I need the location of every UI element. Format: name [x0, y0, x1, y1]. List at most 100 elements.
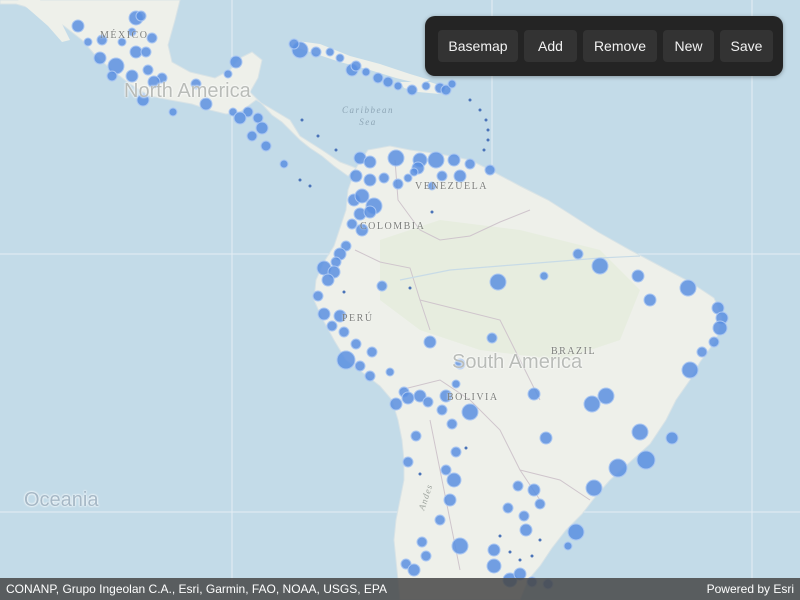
map-marker[interactable]	[354, 360, 366, 372]
map-marker[interactable]	[403, 173, 413, 183]
map-marker-small[interactable]	[518, 558, 522, 562]
map-marker[interactable]	[363, 205, 377, 219]
map-marker-small[interactable]	[508, 550, 512, 554]
map-marker[interactable]	[447, 79, 457, 89]
map-marker-small[interactable]	[468, 98, 472, 102]
map-marker[interactable]	[572, 248, 584, 260]
map-marker[interactable]	[453, 169, 467, 183]
map-marker[interactable]	[451, 379, 461, 389]
map-marker[interactable]	[423, 335, 437, 349]
map-marker[interactable]	[321, 273, 335, 287]
map-marker[interactable]	[252, 112, 264, 124]
map-marker[interactable]	[336, 350, 356, 370]
map-marker[interactable]	[401, 391, 415, 405]
map-marker[interactable]	[255, 121, 269, 135]
map-marker[interactable]	[389, 397, 403, 411]
map-marker[interactable]	[421, 81, 431, 91]
map-marker[interactable]	[439, 389, 453, 403]
map-marker-small[interactable]	[300, 118, 304, 122]
map-marker[interactable]	[665, 431, 679, 445]
map-view[interactable]: North America South America Oceania MÉXI…	[0, 0, 800, 600]
map-marker[interactable]	[443, 493, 457, 507]
map-marker[interactable]	[643, 293, 657, 307]
map-marker[interactable]	[446, 418, 458, 430]
map-marker[interactable]	[534, 498, 546, 510]
map-marker[interactable]	[512, 480, 524, 492]
map-marker[interactable]	[436, 404, 448, 416]
map-marker[interactable]	[681, 361, 699, 379]
map-marker[interactable]	[608, 458, 628, 478]
powered-by-esri[interactable]: Powered by Esri	[707, 582, 794, 596]
basemap-button[interactable]: Basemap	[438, 30, 518, 62]
map-marker[interactable]	[146, 32, 158, 44]
map-marker[interactable]	[288, 38, 300, 50]
map-marker[interactable]	[127, 27, 137, 37]
map-marker[interactable]	[387, 149, 405, 167]
map-marker[interactable]	[376, 280, 388, 292]
map-marker[interactable]	[454, 358, 466, 370]
map-marker-small[interactable]	[484, 118, 488, 122]
map-marker[interactable]	[325, 47, 335, 57]
map-marker[interactable]	[393, 81, 403, 91]
map-marker[interactable]	[279, 159, 289, 169]
map-marker[interactable]	[355, 223, 369, 237]
map-marker[interactable]	[486, 558, 502, 574]
map-marker[interactable]	[440, 464, 452, 476]
map-marker[interactable]	[338, 326, 350, 338]
map-marker[interactable]	[427, 151, 445, 169]
remove-button[interactable]: Remove	[583, 30, 657, 62]
map-marker[interactable]	[567, 523, 585, 541]
map-marker[interactable]	[446, 472, 462, 488]
map-marker[interactable]	[539, 431, 553, 445]
map-marker-small[interactable]	[464, 446, 468, 450]
map-marker[interactable]	[246, 130, 258, 142]
map-marker[interactable]	[96, 34, 108, 46]
map-marker[interactable]	[350, 338, 362, 350]
map-marker[interactable]	[410, 430, 422, 442]
map-marker[interactable]	[416, 536, 428, 548]
map-marker[interactable]	[117, 37, 127, 47]
map-marker[interactable]	[406, 84, 418, 96]
map-marker[interactable]	[486, 332, 498, 344]
map-marker[interactable]	[420, 550, 432, 562]
map-marker-small[interactable]	[530, 554, 534, 558]
map-marker[interactable]	[335, 53, 345, 63]
map-marker[interactable]	[346, 218, 358, 230]
map-marker-small[interactable]	[486, 128, 490, 132]
map-marker-small[interactable]	[482, 148, 486, 152]
map-marker[interactable]	[312, 290, 324, 302]
map-marker[interactable]	[591, 257, 609, 275]
map-marker[interactable]	[372, 72, 384, 84]
attribution-sources[interactable]: CONANP, Grupo Ingeolan C.A., Esri, Garmi…	[6, 582, 387, 596]
map-marker[interactable]	[142, 64, 154, 76]
map-marker[interactable]	[354, 188, 370, 204]
map-marker[interactable]	[434, 514, 446, 526]
map-marker-small[interactable]	[334, 148, 338, 152]
map-marker-small[interactable]	[342, 290, 346, 294]
map-marker[interactable]	[409, 167, 419, 177]
map-marker[interactable]	[427, 181, 437, 191]
map-marker[interactable]	[140, 46, 152, 58]
map-marker[interactable]	[502, 502, 514, 514]
map-marker[interactable]	[135, 10, 147, 22]
map-marker[interactable]	[382, 76, 394, 88]
map-marker[interactable]	[631, 269, 645, 283]
map-marker[interactable]	[696, 346, 708, 358]
map-marker[interactable]	[712, 320, 728, 336]
save-button[interactable]: Save	[720, 30, 773, 62]
map-marker[interactable]	[310, 46, 322, 58]
map-marker[interactable]	[450, 446, 462, 458]
map-marker[interactable]	[317, 307, 331, 321]
map-marker[interactable]	[363, 155, 377, 169]
map-marker[interactable]	[136, 93, 150, 107]
map-marker-small[interactable]	[418, 472, 422, 476]
map-marker[interactable]	[83, 37, 93, 47]
map-marker[interactable]	[392, 178, 404, 190]
map-marker[interactable]	[378, 172, 390, 184]
map-marker[interactable]	[385, 367, 395, 377]
map-marker-small[interactable]	[408, 286, 412, 290]
map-marker[interactable]	[487, 543, 501, 557]
map-marker[interactable]	[461, 403, 479, 421]
map-marker[interactable]	[93, 51, 107, 65]
map-marker[interactable]	[168, 107, 178, 117]
